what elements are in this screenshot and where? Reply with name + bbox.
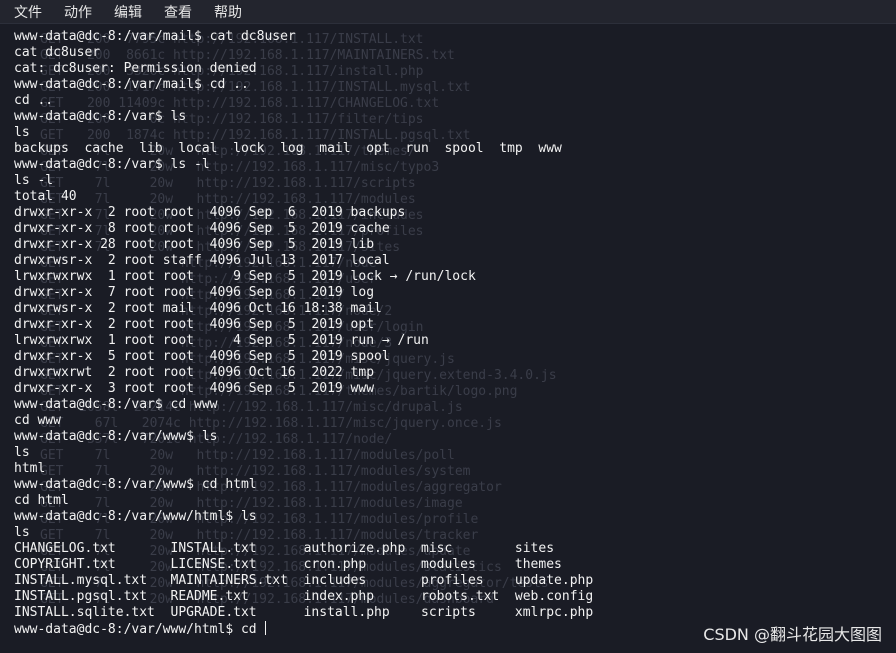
terminal-line-text: www-data@dc-8:/var$ ls: [14, 109, 187, 124]
menu-action[interactable]: 动作: [60, 2, 96, 22]
terminal-line-text: www-data@dc-8:/var$ cd www: [14, 397, 218, 412]
terminal-line-text: drwxrwsr-x 2 root staff 4096 Jul 13 2017…: [14, 253, 390, 268]
terminal-line: cat: dc8user: Permission denied: [14, 61, 593, 77]
terminal-line-text: ls: [14, 125, 30, 140]
terminal-line: total 40: [14, 189, 593, 205]
terminal-line-text: drwxrwxrwt 2 root root 4096 Oct 16 2022 …: [14, 365, 375, 380]
terminal-line-text: backups cache lib local lock log mail op…: [14, 141, 562, 156]
terminal-line: cd html: [14, 493, 593, 509]
terminal-line: drwxrwsr-x 2 root staff 4096 Jul 13 2017…: [14, 253, 593, 269]
terminal-line-text: cd www: [14, 413, 61, 428]
terminal-line-text: www-data@dc-8:/var/www/html$ cd: [14, 622, 265, 637]
csdn-watermark: CSDN @翻斗花园大图图: [703, 625, 882, 644]
terminal-line-text: www-data@dc-8:/var/www$ ls: [14, 429, 218, 444]
terminal-prompt-line: www-data@dc-8:/var/www/html$ cd: [14, 621, 593, 637]
terminal-line-text: drwxr-xr-x 2 root root 4096 Sep 6 2019 b…: [14, 205, 406, 220]
terminal-line: www-data@dc-8:/var$ cd www: [14, 397, 593, 413]
terminal-line-text: www-data@dc-8:/var/mail$ cat dc8user: [14, 29, 296, 44]
menu-bar: 文件 动作 编辑 查看 帮助: [0, 0, 896, 24]
terminal-line: ls: [14, 525, 593, 541]
terminal-line-text: drwxr-xr-x 7 root root 4096 Sep 6 2019 l…: [14, 285, 375, 300]
terminal-output: www-data@dc-8:/var/mail$ cat dc8user cat …: [14, 29, 593, 637]
terminal-line-text: www-data@dc-8:/var/www$ cd html: [14, 477, 257, 492]
terminal-line: www-data@dc-8:/var/www/html$ ls: [14, 509, 593, 525]
menu-file[interactable]: 文件: [10, 2, 46, 22]
terminal-line-text: INSTALL.sqlite.txt UPGRADE.txt install.p…: [14, 605, 594, 620]
terminal-line: INSTALL.mysql.txt MAINTAINERS.txt includ…: [14, 573, 593, 589]
terminal-line-text: lrwxrwxrwx 1 root root 4 Sep 5 2019 run …: [14, 333, 429, 348]
terminal-line-text: drwxr-xr-x 3 root root 4096 Sep 5 2019 w…: [14, 381, 375, 396]
terminal-line: ls -l: [14, 173, 593, 189]
terminal-area[interactable]: GET 200 7795c http://192.168.1.117/INSTA…: [0, 25, 896, 653]
terminal-line: html: [14, 461, 593, 477]
terminal-line-text: lrwxrwxrwx 1 root root 9 Sep 5 2019 lock…: [14, 269, 476, 284]
terminal-line: CHANGELOG.txt INSTALL.txt authorize.php …: [14, 541, 593, 557]
terminal-line: drwxr-xr-x 2 root root 4096 Sep 5 2019 o…: [14, 317, 593, 333]
terminal-line-text: www-data@dc-8:/var$ ls -l: [14, 157, 210, 172]
terminal-line: www-data@dc-8:/var/www$ cd html: [14, 477, 593, 493]
terminal-line: drwxr-xr-x 8 root root 4096 Sep 5 2019 c…: [14, 221, 593, 237]
terminal-line: INSTALL.sqlite.txt UPGRADE.txt install.p…: [14, 605, 593, 621]
terminal-line: drwxr-xr-x 7 root root 4096 Sep 6 2019 l…: [14, 285, 593, 301]
terminal-window: 文件 动作 编辑 查看 帮助 GET 200 7795c http://192.…: [0, 0, 896, 653]
terminal-line-text: drwxr-xr-x 5 root root 4096 Sep 5 2019 s…: [14, 349, 390, 364]
text-cursor: [265, 621, 267, 635]
terminal-line: www-data@dc-8:/var/www$ ls: [14, 429, 593, 445]
terminal-line-text: cd ..: [14, 93, 54, 108]
terminal-line: www-data@dc-8:/var/mail$ cat dc8user: [14, 29, 593, 45]
terminal-line: cd www: [14, 413, 593, 429]
terminal-line-text: drwxr-xr-x 28 root root 4096 Sep 5 2019 …: [14, 237, 375, 252]
terminal-line-text: CHANGELOG.txt INSTALL.txt authorize.php …: [14, 541, 555, 556]
terminal-line: lrwxrwxrwx 1 root root 4 Sep 5 2019 run …: [14, 333, 593, 349]
terminal-line: ls: [14, 445, 593, 461]
terminal-line-text: html: [14, 461, 46, 476]
terminal-line-text: cd html: [14, 493, 69, 508]
terminal-line: www-data@dc-8:/var$ ls -l: [14, 157, 593, 173]
terminal-line: drwxr-xr-x 5 root root 4096 Sep 5 2019 s…: [14, 349, 593, 365]
terminal-line-text: cat dc8user: [14, 45, 101, 60]
menu-view[interactable]: 查看: [160, 2, 196, 22]
menu-edit[interactable]: 编辑: [110, 2, 146, 22]
terminal-line-text: ls -l: [14, 173, 54, 188]
menu-help[interactable]: 帮助: [210, 2, 246, 22]
terminal-line: cat dc8user: [14, 45, 593, 61]
terminal-line-text: INSTALL.mysql.txt MAINTAINERS.txt includ…: [14, 573, 594, 588]
terminal-line-text: ls: [14, 445, 30, 460]
terminal-line-text: INSTALL.pgsql.txt README.txt index.php r…: [14, 589, 594, 604]
terminal-line: drwxrwxrwt 2 root root 4096 Oct 16 2022 …: [14, 365, 593, 381]
terminal-line-text: cat: dc8user: Permission denied: [14, 61, 257, 76]
terminal-line-text: COPYRIGHT.txt LICENSE.txt cron.php modul…: [14, 557, 562, 572]
terminal-line: drwxr-xr-x 3 root root 4096 Sep 5 2019 w…: [14, 381, 593, 397]
terminal-line: ls: [14, 125, 593, 141]
terminal-line: lrwxrwxrwx 1 root root 9 Sep 5 2019 lock…: [14, 269, 593, 285]
terminal-line: COPYRIGHT.txt LICENSE.txt cron.php modul…: [14, 557, 593, 573]
terminal-line: www-data@dc-8:/var$ ls: [14, 109, 593, 125]
terminal-line: cd ..: [14, 93, 593, 109]
terminal-line: backups cache lib local lock log mail op…: [14, 141, 593, 157]
terminal-line-text: drwxr-xr-x 2 root root 4096 Sep 5 2019 o…: [14, 317, 375, 332]
terminal-line-text: www-data@dc-8:/var/www/html$ ls: [14, 509, 257, 524]
terminal-line: drwxrwsr-x 2 root mail 4096 Oct 16 18:38…: [14, 301, 593, 317]
terminal-line-text: ls: [14, 525, 30, 540]
terminal-line-text: total 40: [14, 189, 77, 204]
terminal-line: INSTALL.pgsql.txt README.txt index.php r…: [14, 589, 593, 605]
terminal-line: drwxr-xr-x 28 root root 4096 Sep 5 2019 …: [14, 237, 593, 253]
terminal-line-text: www-data@dc-8:/var/mail$ cd ..: [14, 77, 249, 92]
terminal-line-text: drwxr-xr-x 8 root root 4096 Sep 5 2019 c…: [14, 221, 390, 236]
terminal-line: drwxr-xr-x 2 root root 4096 Sep 6 2019 b…: [14, 205, 593, 221]
terminal-line-text: drwxrwsr-x 2 root mail 4096 Oct 16 18:38…: [14, 301, 382, 316]
terminal-line: www-data@dc-8:/var/mail$ cd ..: [14, 77, 593, 93]
